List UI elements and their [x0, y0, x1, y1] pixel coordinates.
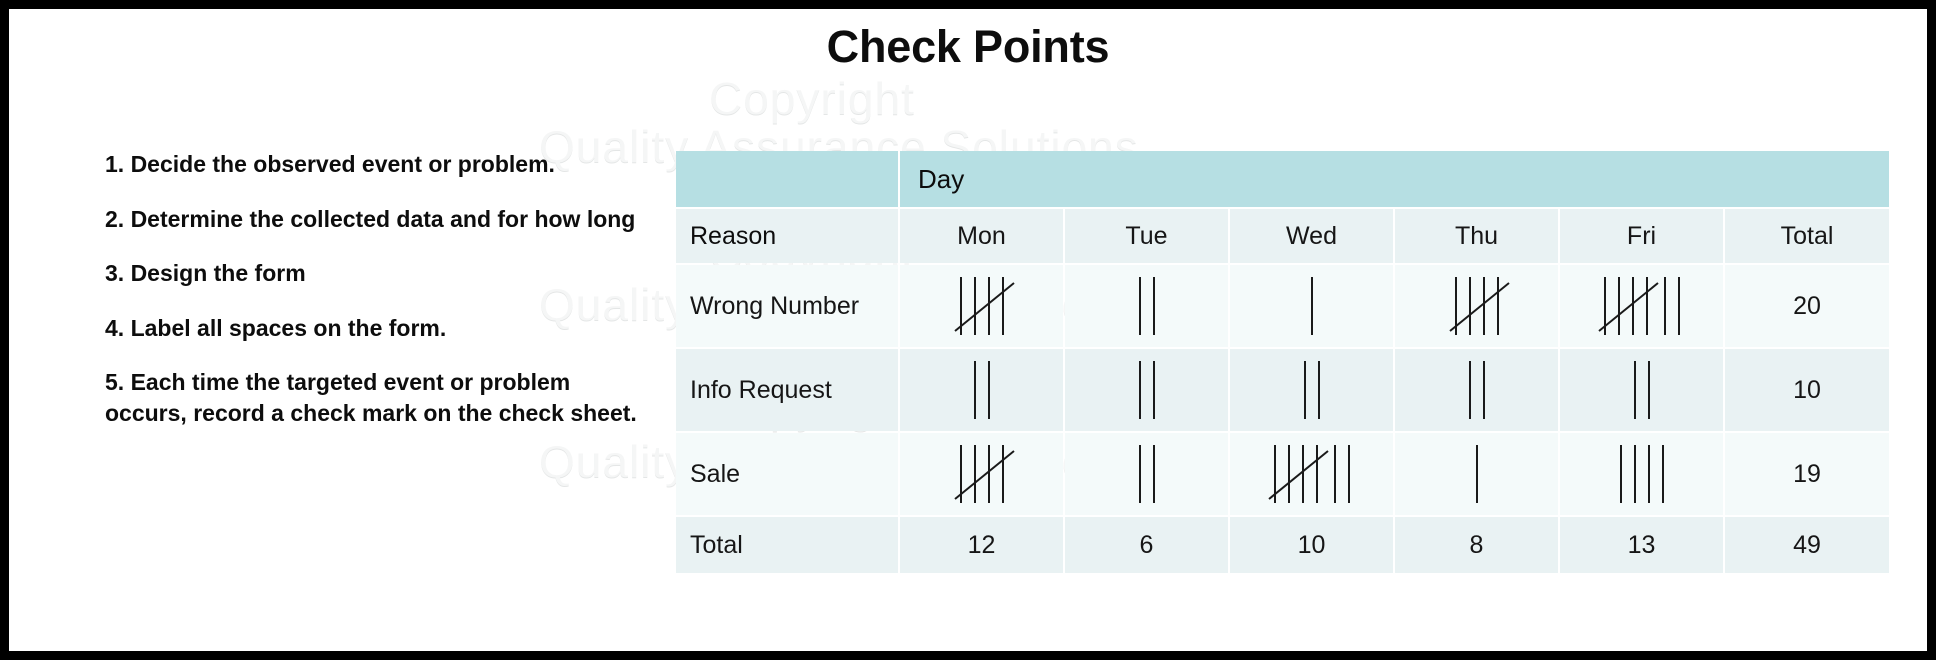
grand-total: 49 [1725, 517, 1890, 573]
tally-cell [1230, 349, 1393, 431]
tally-group [1619, 445, 1664, 503]
tally-cell [1230, 265, 1393, 347]
tally-cell [900, 349, 1063, 431]
tally-group [1310, 277, 1313, 335]
row-total-value: 19 [1725, 433, 1890, 515]
group-header-day: Day [900, 151, 1890, 207]
tally-group [1475, 445, 1478, 503]
table-row: Wrong Number 20 [676, 265, 1890, 347]
row-label-sale: Sale [676, 433, 898, 515]
tally-cell [1560, 433, 1723, 515]
tally-cell [900, 433, 1063, 515]
row-label-info-request: Info Request [676, 349, 898, 431]
tally-cell [1065, 265, 1228, 347]
tally-group [1303, 361, 1320, 419]
slide-canvas: Copyright Quality Assurance Solutions Co… [9, 9, 1927, 651]
tally-marks [1633, 349, 1650, 431]
tally-cell [1560, 349, 1723, 431]
tally-group [1267, 445, 1329, 503]
tally-cell [1560, 265, 1723, 347]
column-header-wed: Wed [1230, 209, 1393, 263]
tally-marks [1138, 265, 1155, 347]
total-fri: 13 [1560, 517, 1723, 573]
tally-group [1138, 361, 1155, 419]
tally-group [1333, 445, 1350, 503]
tally-marks [1267, 433, 1350, 515]
page-title: Check Points [826, 21, 1110, 72]
tally-cell [1395, 265, 1558, 347]
table-group-header-row: Day [676, 151, 1890, 207]
column-header-tue: Tue [1065, 209, 1228, 263]
tally-group [1138, 277, 1155, 335]
tally-group [953, 445, 1015, 503]
tally-marks [953, 433, 1015, 515]
total-row-label: Total [676, 517, 898, 573]
tally-group [1663, 277, 1680, 335]
tally-cell [1065, 349, 1228, 431]
group-header-spacer [676, 151, 898, 207]
table-row: Sale 19 [676, 433, 1890, 515]
column-header-mon: Mon [900, 209, 1063, 263]
step-item-1: 1. Decide the observed event or problem. [105, 151, 555, 177]
row-total-value: 10 [1725, 349, 1890, 431]
tally-cell [1230, 433, 1393, 515]
tally-cell [1395, 433, 1558, 515]
tally-marks [1303, 349, 1320, 431]
steps-list: 1. Decide the observed event or problem.… [105, 149, 645, 428]
column-header-thu: Thu [1395, 209, 1558, 263]
row-label-wrong-number: Wrong Number [676, 265, 898, 347]
slide-frame: Copyright Quality Assurance Solutions Co… [0, 0, 1936, 660]
tally-group [973, 361, 990, 419]
tally-cell [900, 265, 1063, 347]
tally-cell [1065, 433, 1228, 515]
tally-group [953, 277, 1015, 335]
tally-marks [1468, 349, 1485, 431]
check-sheet-table: Day Reason Mon Tue Wed Thu Fri Total Wro… [674, 149, 1891, 575]
step-item-3: 3. Design the form [105, 260, 306, 287]
tally-marks [1448, 265, 1510, 347]
row-total-value: 20 [1725, 265, 1890, 347]
total-tue: 6 [1065, 517, 1228, 573]
tally-marks [1475, 433, 1478, 515]
table-header-row: Reason Mon Tue Wed Thu Fri Total [676, 209, 1890, 263]
total-thu: 8 [1395, 517, 1558, 573]
table-row: Info Request 10 [676, 349, 1890, 431]
tally-cell [1395, 349, 1558, 431]
step-item-5: 5. Each time the targeted event or probl… [105, 369, 637, 426]
tally-marks [1619, 433, 1664, 515]
tally-marks [953, 265, 1015, 347]
step-item-4: 4. Label all spaces on the form. [105, 314, 447, 341]
tally-marks [1310, 265, 1313, 347]
column-header-reason: Reason [676, 209, 898, 263]
total-mon: 12 [900, 517, 1063, 573]
tally-marks [1597, 265, 1680, 347]
tally-group [1597, 277, 1659, 335]
tally-marks [1138, 349, 1155, 431]
watermark-copyright: Copyright [709, 72, 915, 124]
tally-marks [1138, 433, 1155, 515]
tally-group [1448, 277, 1510, 335]
tally-group [1468, 361, 1485, 419]
tally-group [1633, 361, 1650, 419]
tally-marks [973, 349, 990, 431]
tally-group [1138, 445, 1155, 503]
column-header-fri: Fri [1560, 209, 1723, 263]
total-wed: 10 [1230, 517, 1393, 573]
column-header-total: Total [1725, 209, 1890, 263]
table-total-row: Total 12 6 10 8 13 49 [676, 517, 1890, 573]
step-item-2: 2. Determine the collected data and for … [105, 205, 636, 232]
